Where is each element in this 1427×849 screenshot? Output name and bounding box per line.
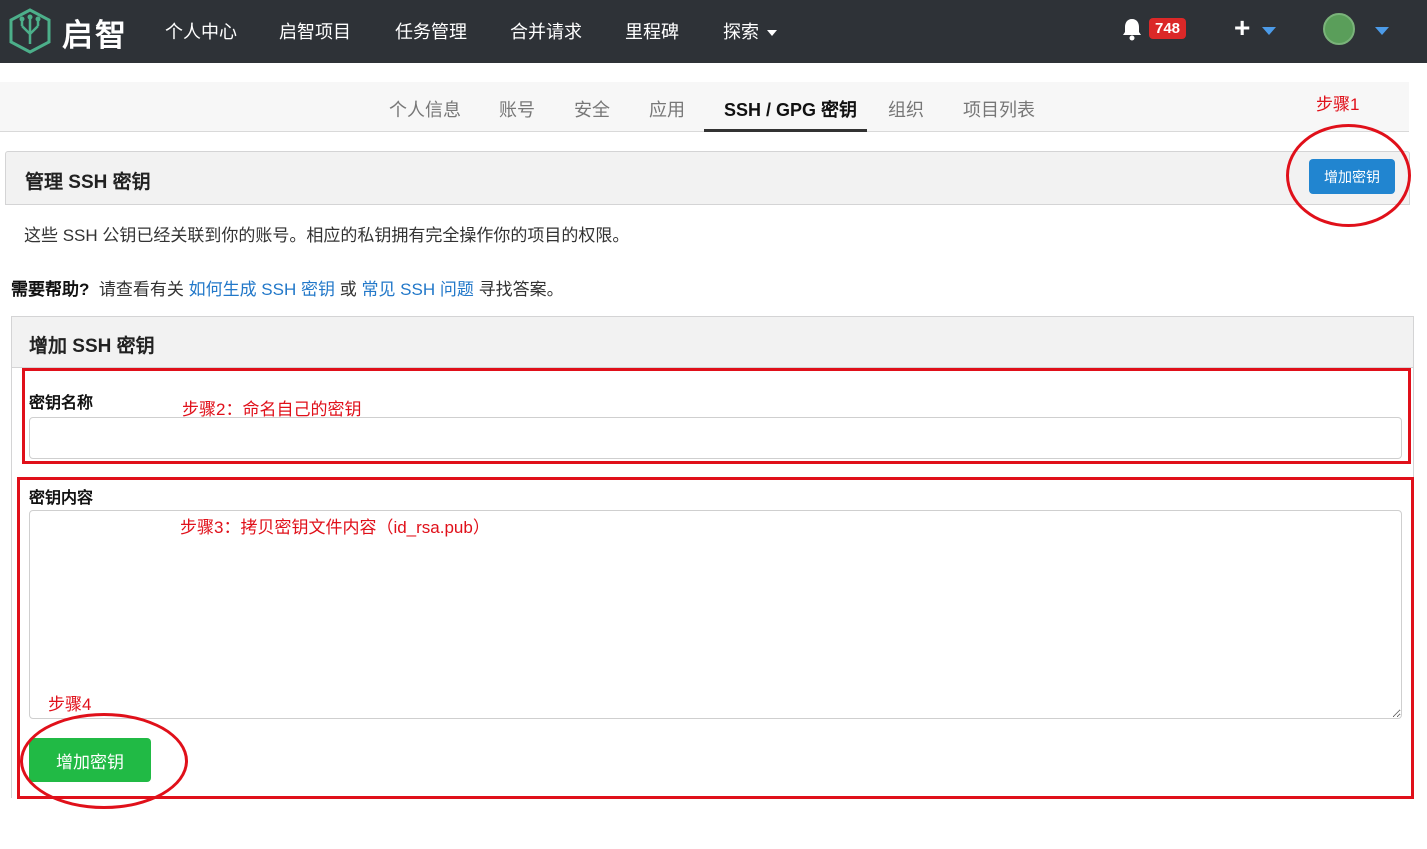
annotation-circle-step4 xyxy=(20,713,188,809)
chevron-down-icon xyxy=(767,30,777,37)
annotation-step2: 步骤2：命名自己的密钥 xyxy=(182,400,362,419)
manage-ssh-keys-header: 管理 SSH 密钥 增加密钥 xyxy=(5,151,1410,205)
annotation-step3: 步骤3：拷贝密钥文件内容（id_rsa.pub） xyxy=(180,518,490,537)
create-dropdown-icon[interactable] xyxy=(1262,27,1276,35)
active-tab-indicator xyxy=(704,129,867,132)
nav-qizhi-projects[interactable]: 启智项目 xyxy=(279,18,351,44)
help-label: 需要帮助? xyxy=(11,280,90,299)
annotation-circle-step1 xyxy=(1286,124,1411,227)
brand-name[interactable]: 启智 xyxy=(62,10,128,55)
help-text-or: 或 xyxy=(339,280,357,299)
ssh-keys-description: 这些 SSH 公钥已经关联到你的账号。相应的私钥拥有完全操作你的项目的权限。 xyxy=(24,226,630,245)
nav-explore-label: 探索 xyxy=(723,22,759,42)
add-ssh-key-header: 增加 SSH 密钥 xyxy=(11,316,1414,368)
link-generate-ssh-key[interactable]: 如何生成 SSH 密钥 xyxy=(189,280,335,299)
bell-icon[interactable] xyxy=(1121,17,1143,41)
link-common-ssh-issues[interactable]: 常见 SSH 问题 xyxy=(361,280,473,299)
nav-merge-requests[interactable]: 合并请求 xyxy=(510,18,582,44)
help-text-suffix: 寻找答案。 xyxy=(478,280,564,299)
help-text-prefix: 请查看有关 xyxy=(98,280,184,299)
annotation-step4: 步骤4 xyxy=(48,695,92,714)
nav-personal-center[interactable]: 个人中心 xyxy=(165,18,237,44)
annotation-step1: 步骤1 xyxy=(1316,95,1360,114)
user-dropdown-icon[interactable] xyxy=(1375,27,1389,35)
logo-icon[interactable] xyxy=(8,8,52,54)
avatar[interactable] xyxy=(1323,13,1355,45)
tab-organizations[interactable]: 组织 xyxy=(888,96,924,122)
tab-applications[interactable]: 应用 xyxy=(649,96,685,122)
notification-badge[interactable]: 748 xyxy=(1149,18,1187,39)
help-text: 需要帮助? 请查看有关 如何生成 SSH 密钥 或 常见 SSH 问题 寻找答案… xyxy=(11,275,564,300)
tab-ssh-gpg-keys[interactable]: SSH / GPG 密钥 xyxy=(724,96,857,122)
tab-profile[interactable]: 个人信息 xyxy=(389,96,461,122)
settings-tabs: 个人信息 账号 安全 应用 SSH / GPG 密钥 组织 项目列表 xyxy=(0,82,1409,132)
nav-task-management[interactable]: 任务管理 xyxy=(395,18,467,44)
tab-account[interactable]: 账号 xyxy=(499,96,535,122)
add-ssh-key-title: 增加 SSH 密钥 xyxy=(29,336,155,357)
create-new-button[interactable]: + xyxy=(1234,12,1250,44)
nav-milestones[interactable]: 里程碑 xyxy=(625,18,679,44)
tab-security[interactable]: 安全 xyxy=(574,96,610,122)
manage-ssh-keys-title: 管理 SSH 密钥 xyxy=(25,172,151,193)
nav-explore[interactable]: 探索 xyxy=(723,18,777,44)
top-navbar: 启智 个人中心 启智项目 任务管理 合并请求 里程碑 探索 748 + xyxy=(0,0,1427,63)
tab-repositories[interactable]: 项目列表 xyxy=(963,96,1035,122)
